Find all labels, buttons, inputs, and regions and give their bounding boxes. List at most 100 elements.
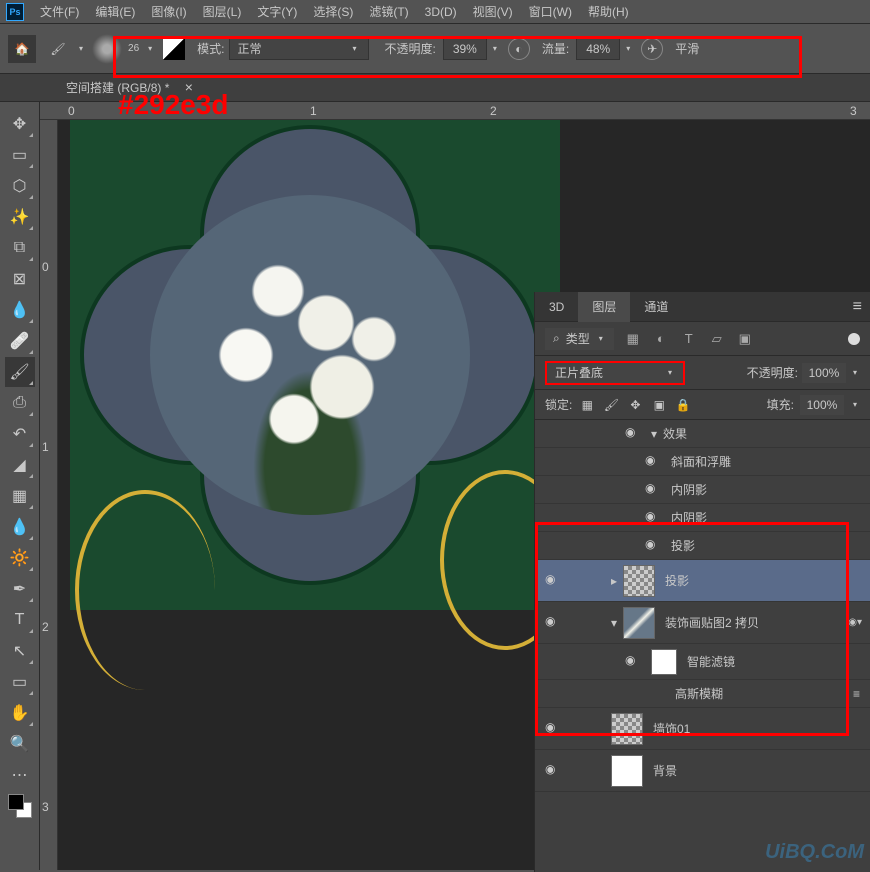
effects-header[interactable]: ▾ 效果 xyxy=(535,420,870,448)
blend-mode-select[interactable]: 正常 ▾ xyxy=(229,38,369,60)
eraser-tool[interactable]: ◢ xyxy=(5,450,35,480)
opacity-input[interactable]: 39% xyxy=(443,38,487,60)
effect-name: 内阴影 xyxy=(671,509,707,526)
color-swatches[interactable] xyxy=(8,794,32,818)
menu-help[interactable]: 帮助(H) xyxy=(580,3,637,20)
document-canvas[interactable] xyxy=(70,120,560,610)
fx-badge-icon[interactable]: ◉▾ xyxy=(848,617,862,628)
layer-thumbnail xyxy=(611,755,643,787)
visibility-toggle[interactable] xyxy=(645,481,663,499)
healing-brush-tool[interactable]: 🩹 xyxy=(5,326,35,356)
frame-tool[interactable]: ⊠ xyxy=(5,264,35,294)
path-select-tool[interactable]: ↖ xyxy=(5,636,35,666)
layer-item-background[interactable]: 背景 xyxy=(535,750,870,792)
visibility-toggle[interactable] xyxy=(645,537,663,555)
fill-input[interactable]: 100% xyxy=(800,395,844,415)
pen-tool[interactable]: ✒ xyxy=(5,574,35,604)
lock-transparency-icon[interactable]: ▦ xyxy=(578,396,596,414)
layer-item-smartfilter[interactable]: 智能滤镜 xyxy=(535,644,870,680)
layer-blend-mode-select[interactable]: 正片叠底 ▾ xyxy=(545,361,685,385)
layer-item-wall[interactable]: 墙饰01 xyxy=(535,708,870,750)
layer-opacity-label: 不透明度: xyxy=(747,364,798,381)
filter-smart-icon[interactable]: ▣ xyxy=(736,330,754,348)
filter-toggle[interactable] xyxy=(848,333,860,345)
visibility-toggle[interactable] xyxy=(645,509,663,527)
layer-item-shadow[interactable]: ▸ 投影 xyxy=(535,560,870,602)
lock-position-icon[interactable]: ✥ xyxy=(626,396,644,414)
visibility-toggle[interactable] xyxy=(545,720,563,738)
menu-select[interactable]: 选择(S) xyxy=(305,3,361,20)
brush-hardness-swatch[interactable] xyxy=(163,38,185,60)
eyedropper-tool[interactable]: 💧 xyxy=(5,295,35,325)
visibility-toggle[interactable] xyxy=(545,614,563,632)
visibility-toggle[interactable] xyxy=(645,453,663,471)
magic-wand-tool[interactable]: ✨ xyxy=(5,202,35,232)
filter-adjustment-icon[interactable]: ◐ xyxy=(652,330,670,348)
layer-item-gaussian[interactable]: 高斯模糊 ≡ xyxy=(535,680,870,708)
airbrush-button[interactable]: ✈ xyxy=(641,38,663,60)
panel-menu-icon[interactable]: ≡ xyxy=(853,298,862,316)
brush-preview[interactable] xyxy=(92,34,122,64)
hand-tool[interactable]: ✋ xyxy=(5,698,35,728)
lock-all-icon[interactable]: 🔒 xyxy=(674,396,692,414)
zoom-tool[interactable]: 🔍 xyxy=(5,729,35,759)
marquee-tool[interactable]: ▭ xyxy=(5,140,35,170)
type-tool[interactable]: T xyxy=(5,605,35,635)
menu-filter[interactable]: 滤镜(T) xyxy=(361,3,416,20)
visibility-toggle[interactable] xyxy=(545,762,563,780)
menu-window[interactable]: 窗口(W) xyxy=(521,3,580,20)
tab-channels[interactable]: 通道 xyxy=(630,292,682,322)
visibility-toggle[interactable] xyxy=(625,425,643,443)
menu-3d[interactable]: 3D(D) xyxy=(417,5,465,19)
lock-pixels-icon[interactable]: 🖌 xyxy=(602,396,620,414)
menu-edit[interactable]: 编辑(E) xyxy=(87,3,143,20)
menu-image[interactable]: 图像(I) xyxy=(143,3,194,20)
effect-item[interactable]: 投影 xyxy=(535,532,870,560)
chevron-down-icon[interactable]: ▾ xyxy=(626,44,630,53)
chevron-down-icon[interactable]: ▾ xyxy=(79,44,83,53)
ruler-mark: 2 xyxy=(42,620,49,634)
home-button[interactable]: 🏠 xyxy=(8,35,36,63)
chevron-down-icon[interactable]: ▾ xyxy=(853,368,857,377)
history-brush-tool[interactable]: ↶ xyxy=(5,419,35,449)
tab-3d[interactable]: 3D xyxy=(535,292,578,322)
lock-artboard-icon[interactable]: ▣ xyxy=(650,396,668,414)
pressure-opacity-button[interactable]: ◐ xyxy=(508,38,530,60)
move-tool[interactable]: ✥ xyxy=(5,109,35,139)
menu-file[interactable]: 文件(F) xyxy=(32,3,87,20)
tab-layers[interactable]: 图层 xyxy=(578,292,630,322)
flow-input[interactable]: 48% xyxy=(576,38,620,60)
layer-item-decoration[interactable]: ▾ 装饰画贴图2 拷贝 ◉▾ xyxy=(535,602,870,644)
chevron-down-icon[interactable]: ▾ xyxy=(148,44,152,53)
menu-type[interactable]: 文字(Y) xyxy=(249,3,305,20)
gradient-tool[interactable]: ▦ xyxy=(5,481,35,511)
chevron-down-icon[interactable]: ▾ xyxy=(493,44,497,53)
edit-toolbar[interactable]: ⋯ xyxy=(5,760,35,790)
menu-view[interactable]: 视图(V) xyxy=(465,3,521,20)
ruler-mark: 1 xyxy=(42,440,49,454)
ruler-mark: 1 xyxy=(310,104,317,118)
layer-opacity-input[interactable]: 100% xyxy=(802,363,846,383)
chevron-down-icon[interactable]: ▾ xyxy=(853,400,857,409)
menu-layer[interactable]: 图层(L) xyxy=(195,3,250,20)
filter-pixel-icon[interactable]: ▦ xyxy=(624,330,642,348)
visibility-toggle[interactable] xyxy=(625,653,643,671)
dodge-tool[interactable]: 🔆 xyxy=(5,543,35,573)
effect-item[interactable]: 斜面和浮雕 xyxy=(535,448,870,476)
filter-kind-select[interactable]: ⌕ 类型 ▾ xyxy=(545,328,614,350)
blur-tool[interactable]: 💧 xyxy=(5,512,35,542)
filter-shape-icon[interactable]: ▱ xyxy=(708,330,726,348)
filter-options-icon[interactable]: ≡ xyxy=(853,687,860,701)
lasso-tool[interactable]: ⬡ xyxy=(5,171,35,201)
clone-stamp-tool[interactable]: ⎙ xyxy=(5,388,35,418)
tab-title: 空间搭建 xyxy=(66,81,114,95)
effect-item[interactable]: 内阴影 xyxy=(535,476,870,504)
brush-tool[interactable]: 🖌 xyxy=(5,357,35,387)
rectangle-tool[interactable]: ▭ xyxy=(5,667,35,697)
crop-tool[interactable]: ⧉ xyxy=(5,233,35,263)
visibility-toggle[interactable] xyxy=(545,572,563,590)
effect-name: 投影 xyxy=(671,537,695,554)
layers-list: ▾ 效果 斜面和浮雕 内阴影 内阴影 投影 ▸ 投影 ▾ xyxy=(535,420,870,830)
filter-type-icon[interactable]: T xyxy=(680,330,698,348)
effect-item[interactable]: 内阴影 xyxy=(535,504,870,532)
